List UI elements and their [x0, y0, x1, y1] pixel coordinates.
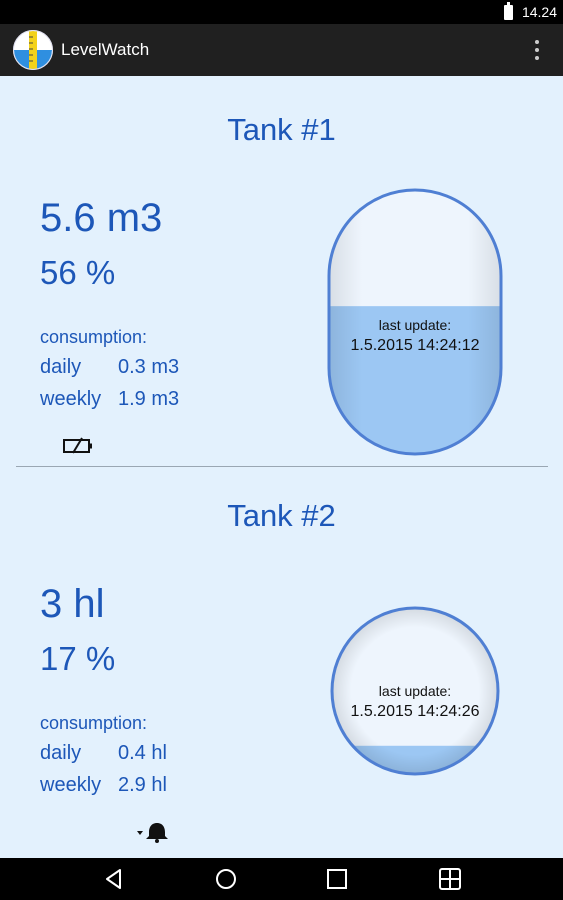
app-title: LevelWatch — [61, 40, 150, 59]
last-update-value: 1.5.2015 14:24:12 — [350, 337, 480, 354]
last-update-label: last update: — [378, 317, 452, 333]
alarm-bell-icon — [137, 823, 168, 843]
overflow-menu-button[interactable] — [531, 38, 543, 62]
status-bar: 14.24 — [0, 0, 563, 24]
weekly-label: weekly — [40, 774, 102, 796]
overflow-dot-icon — [535, 56, 539, 60]
app-bar: LevelWatch — [0, 24, 563, 76]
recents-icon[interactable] — [323, 865, 351, 893]
consumption-weekly: weekly 2.9 hl — [40, 774, 167, 797]
levelwatch-logo-icon — [13, 30, 53, 70]
battery-empty-icon — [63, 437, 92, 454]
daily-label: daily — [40, 742, 82, 764]
weekly-label: weekly — [40, 388, 102, 410]
daily-value: 0.4 hl — [118, 742, 167, 764]
tank-percent: 56 % — [40, 254, 116, 291]
status-time: 14.24 — [521, 4, 557, 20]
overflow-dot-icon — [535, 40, 539, 44]
weekly-value: 2.9 hl — [118, 774, 167, 796]
weekly-value: 1.9 m3 — [118, 388, 180, 410]
overflow-dot-icon — [535, 48, 539, 52]
consumption-daily: daily 0.4 hl — [40, 742, 167, 765]
consumption-label: consumption: — [40, 327, 148, 347]
screenshot-icon[interactable] — [436, 865, 464, 893]
consumption-weekly: weekly 1.9 m3 — [40, 388, 179, 411]
tank-volume: 5.6 m3 — [40, 196, 163, 240]
home-icon[interactable] — [212, 865, 240, 893]
tank-volume: 3 hl — [40, 582, 105, 626]
battery-icon — [504, 2, 513, 20]
consumption-daily: daily 0.3 m3 — [40, 356, 179, 379]
last-update-label: last update: — [378, 683, 452, 699]
back-icon[interactable] — [100, 865, 128, 893]
consumption-label: consumption: — [40, 713, 148, 733]
tank-percent: 17 % — [40, 640, 116, 677]
tank-list: Tank #1 5.6 m3 56 % consumption: daily 0.… — [0, 76, 563, 858]
tank-title: Tank #1 — [227, 112, 336, 147]
divider — [16, 466, 548, 467]
daily-value: 0.3 m3 — [118, 356, 180, 378]
last-update-value: 1.5.2015 14:24:26 — [350, 703, 480, 720]
navigation-bar — [0, 858, 563, 900]
tank-title: Tank #2 — [227, 498, 336, 533]
daily-label: daily — [40, 356, 82, 378]
